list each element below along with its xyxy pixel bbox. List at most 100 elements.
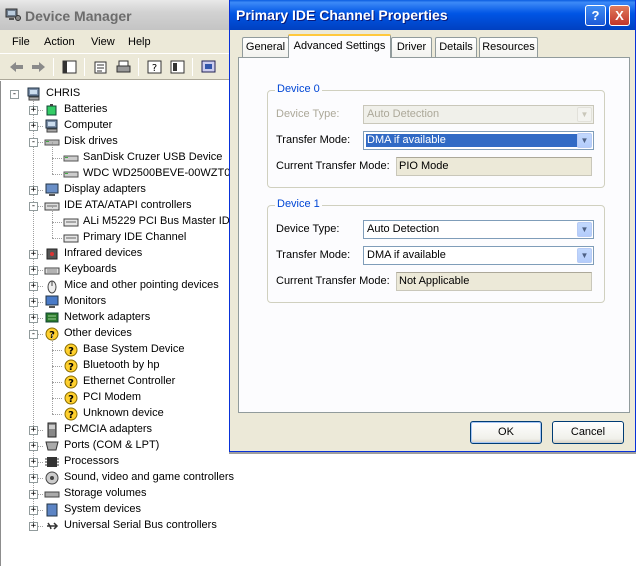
tree-expander[interactable]: - [29,202,38,211]
tree-expander[interactable]: + [29,474,38,483]
ok-button[interactable]: OK [470,421,542,444]
ide-controller-icon [63,234,79,243]
tree-device[interactable]: ? Bluetooth by hp [1,350,236,374]
view-icon[interactable] [169,59,186,75]
tree-device[interactable]: ? Base System Device [1,334,236,358]
tree-label: Batteries [64,103,108,115]
tree-expander[interactable]: + [29,506,38,515]
tree-expander[interactable]: + [29,442,38,451]
help-icon[interactable]: ? [146,59,163,75]
tree-category[interactable]: + Network adapters [1,310,236,326]
up-icon[interactable] [61,59,78,75]
tree-label: Mice and other pointing devices [64,279,219,291]
tree-label: Ports (COM & LPT) [64,439,160,451]
tree-device[interactable]: ? Unknown device [1,398,236,422]
tree-category[interactable]: + Sound, video and game controllers [1,470,236,486]
tree-expander[interactable]: + [29,250,38,259]
properties-icon[interactable] [92,59,109,75]
cancel-button[interactable]: Cancel [552,421,624,444]
tree-expander[interactable]: - [10,90,19,99]
tree-expander[interactable]: + [29,122,38,131]
tree-category[interactable]: + Universal Serial Bus controllers [1,518,236,534]
tree-connector [52,174,62,175]
tree-label: IDE ATA/ATAPI controllers [64,199,192,211]
device1-transfer-select[interactable]: DMA if available ▼ [363,246,594,265]
tab-driver[interactable]: Driver [391,37,432,57]
menu-file[interactable]: File [12,36,30,48]
tree-category[interactable]: + Keyboards [1,262,236,278]
tree-category[interactable]: + Computer [1,118,236,134]
tree-category[interactable]: + System devices [1,502,236,518]
tree-connector [52,366,62,367]
ide-controller-icon [63,218,79,227]
warning-device-icon: ? [64,391,78,405]
chevron-down-icon[interactable]: ▼ [577,248,592,263]
svg-text:?: ? [68,346,74,357]
tree-category[interactable]: + Display adapters [1,182,236,198]
tree-device[interactable]: ALi M5229 PCI Bus Master IDE [1,206,236,230]
warning-device-icon: ? [64,375,78,389]
tree-label: Unknown device [83,407,164,419]
scan-icon[interactable] [200,59,217,75]
pcmcia-icon [47,422,57,438]
dialog-titlebar[interactable]: Primary IDE Channel Properties ? X [230,0,635,30]
tree-category[interactable]: + Mice and other pointing devices [1,278,236,294]
device1-type-select[interactable]: Auto Detection ▼ [363,220,594,239]
tree-category[interactable]: -? Other devices [1,326,236,342]
tab-details[interactable]: Details [435,37,477,57]
properties-dialog: Primary IDE Channel Properties ? X Gener… [229,0,636,452]
tree-connector [52,238,62,239]
chevron-down-icon[interactable]: ▼ [577,133,592,148]
menu-view[interactable]: View [91,36,115,48]
tree-category[interactable]: - IDE ATA/ATAPI controllers [1,198,236,214]
tree-device[interactable]: SanDisk Cruzer USB Device [1,142,236,166]
disk-drive-icon [63,155,79,162]
tree-category[interactable]: + Monitors [1,294,236,310]
tree-category[interactable]: + Storage volumes [1,486,236,502]
print-icon[interactable] [115,59,132,75]
infrared-icon [46,248,58,260]
tree-device[interactable]: ? PCI Modem [1,382,236,406]
tree-device[interactable]: WDC WD2500BEVE-00WZT0 [1,158,236,182]
tab-advanced-settings[interactable]: Advanced Settings [288,34,391,58]
tree-connector [52,206,53,222]
tree-category[interactable]: + Ports (COM & LPT) [1,438,236,454]
forward-icon[interactable] [30,59,47,75]
chevron-down-icon[interactable]: ▼ [577,222,592,237]
tree-category[interactable]: + Processors [1,454,236,470]
back-icon[interactable] [8,59,25,75]
tree-category[interactable]: - Disk drives [1,134,236,150]
tree-label: Primary IDE Channel [83,231,187,243]
menu-action[interactable]: Action [44,36,75,48]
tree-expander[interactable]: + [29,458,38,467]
tree-category[interactable]: + Infrared devices [1,246,236,262]
svg-text:?: ? [152,63,157,74]
tree-expander[interactable]: + [29,490,38,499]
tree-root-chris[interactable]: - CHRIS [1,86,236,102]
tree-expander[interactable]: + [29,186,38,195]
close-button[interactable]: X [609,5,630,26]
tree-expander[interactable]: - [29,138,38,147]
tree-expander[interactable]: + [29,298,38,307]
tree-category[interactable]: + PCMCIA adapters [1,422,236,438]
tree-device[interactable]: ? Ethernet Controller [1,366,236,390]
tree-label: Keyboards [64,263,117,275]
tree-expander[interactable]: + [29,106,38,115]
mouse-icon [47,280,57,294]
tab-resources[interactable]: Resources [479,37,538,57]
tree-expander[interactable]: + [29,282,38,291]
device1-current-label: Current Transfer Mode: [276,275,390,287]
menu-help[interactable]: Help [128,36,151,48]
help-button[interactable]: ? [585,5,606,26]
tree-expander[interactable]: + [29,426,38,435]
tree-device[interactable]: Primary IDE Channel [1,222,236,246]
tree-label: CHRIS [46,87,81,99]
tree-category[interactable]: + Batteries [1,102,236,118]
tree-label: System devices [64,503,142,515]
tree-expander[interactable]: + [29,266,38,275]
tree-expander[interactable]: - [29,330,38,339]
tree-expander[interactable]: + [29,522,38,531]
tree-expander[interactable]: + [29,314,38,323]
tab-general[interactable]: General [242,37,289,57]
device0-transfer-select[interactable]: DMA if available ▼ [363,131,594,150]
